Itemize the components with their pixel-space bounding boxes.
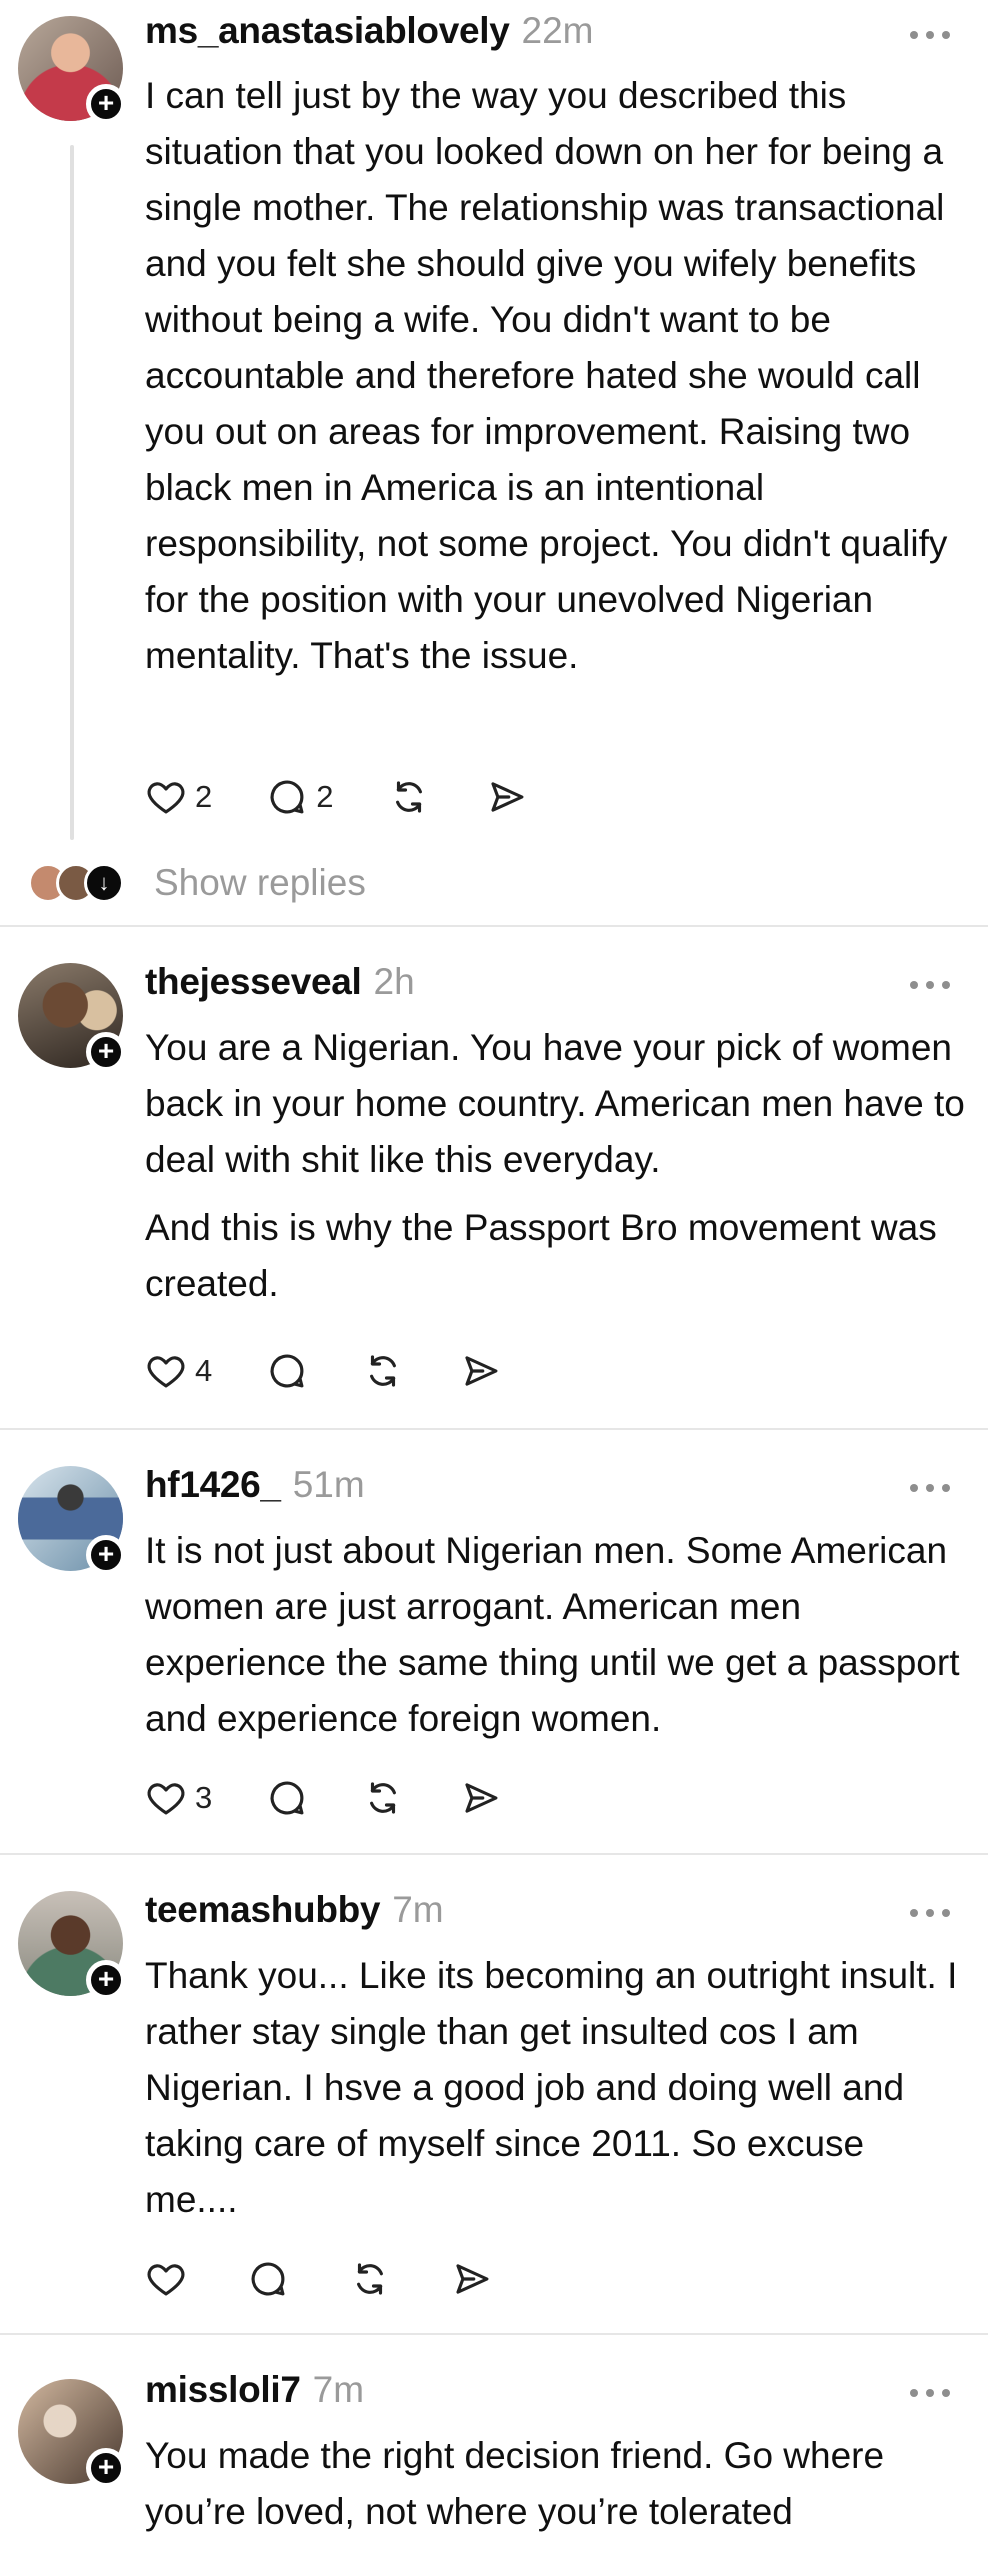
comment-icon [251, 2262, 285, 2296]
post-body: You made the right decision friend. Go w… [145, 2428, 965, 2540]
arrow-down-icon: ↓ [84, 863, 124, 903]
action-bar: 2 2 [145, 772, 528, 822]
reply-button[interactable]: 2 [266, 772, 334, 822]
follow-plus-icon[interactable]: + [86, 1032, 126, 1072]
action-bar: 3 [145, 1773, 502, 1823]
follow-plus-icon[interactable]: + [86, 84, 126, 124]
comment-icon [270, 1354, 304, 1388]
username[interactable]: hf1426_ [145, 1464, 281, 1506]
heart-icon [147, 1356, 185, 1388]
username[interactable]: thejesseveal [145, 961, 362, 1003]
thread-line [70, 145, 74, 840]
username[interactable]: ms_anastasiablovely [145, 10, 510, 52]
post-paragraph: You are a Nigerian. You have your pick o… [145, 1027, 965, 1180]
like-count: 2 [195, 779, 213, 814]
reply-count: 2 [316, 779, 334, 814]
like-count: 3 [195, 1780, 213, 1815]
post-header: ms_anastasiablovely 22m [145, 10, 594, 60]
post-paragraph: You made the right decision friend. Go w… [145, 2435, 885, 2532]
reply-button[interactable] [266, 1773, 308, 1823]
send-icon [465, 1356, 498, 1386]
action-bar: 4 [145, 1346, 502, 1396]
divider [0, 1428, 988, 1430]
like-count: 4 [195, 1353, 213, 1388]
divider [0, 2333, 988, 2335]
reply-button[interactable] [266, 1346, 308, 1396]
repost-icon [370, 1782, 397, 1814]
post-paragraph: Thank you... Like its becoming an outrig… [145, 1955, 958, 2220]
show-replies-link[interactable]: Show replies [154, 862, 366, 904]
timestamp: 7m [392, 1889, 444, 1930]
post-header: hf1426_ 51m [145, 1464, 365, 1514]
username[interactable]: missloli7 [145, 2369, 301, 2411]
timestamp: 2h [373, 961, 415, 1002]
timestamp: 51m [292, 1464, 365, 1505]
timestamp: 7m [312, 2369, 365, 2410]
repost-button[interactable] [388, 772, 430, 822]
more-icon[interactable] [910, 25, 950, 45]
post-body: I can tell just by the way you described… [145, 68, 965, 684]
comment-icon [270, 1781, 304, 1815]
username[interactable]: teemashubby [145, 1889, 381, 1931]
heart-icon [147, 782, 185, 814]
post-body: Thank you... Like its becoming an outrig… [145, 1948, 965, 2228]
heart-icon [147, 1783, 185, 1815]
divider [0, 1853, 988, 1855]
heart-icon [147, 2264, 185, 2296]
post-body: It is not just about Nigerian men. Some … [145, 1523, 965, 1747]
like-button[interactable]: 3 [145, 1773, 212, 1823]
share-button[interactable] [486, 772, 528, 822]
repost-icon [370, 1355, 397, 1387]
more-icon[interactable] [910, 1478, 950, 1498]
repost-icon [357, 2263, 383, 2295]
like-button[interactable]: 2 [145, 772, 212, 822]
post-paragraph: I can tell just by the way you described… [145, 75, 948, 676]
follow-plus-icon[interactable]: + [86, 2448, 126, 2488]
action-bar [145, 2254, 493, 2304]
repost-button[interactable] [349, 2254, 391, 2304]
post-paragraph: And this is why the Passport Bro movemen… [145, 1207, 937, 1304]
post-header: thejesseveal 2h [145, 961, 415, 1011]
like-button[interactable] [145, 2254, 187, 2304]
send-icon [490, 782, 523, 812]
share-button[interactable] [451, 2254, 493, 2304]
post-header: missloli7 7m [145, 2369, 364, 2419]
follow-plus-icon[interactable]: + [86, 1960, 126, 2000]
send-icon [456, 2264, 489, 2294]
repost-icon [395, 781, 422, 813]
share-button[interactable] [460, 1773, 502, 1823]
share-button[interactable] [460, 1346, 502, 1396]
divider [0, 925, 988, 927]
more-icon[interactable] [910, 1903, 950, 1923]
follow-plus-icon[interactable]: + [86, 1535, 126, 1575]
comment-icon [270, 780, 304, 814]
repost-button[interactable] [362, 1346, 404, 1396]
like-button[interactable]: 4 [145, 1346, 212, 1396]
post-paragraph: It is not just about Nigerian men. Some … [145, 1530, 960, 1739]
post-body: You are a Nigerian. You have your pick o… [145, 1020, 965, 1312]
show-replies-row[interactable]: ↓ Show replies [28, 858, 366, 908]
more-icon[interactable] [910, 975, 950, 995]
post-header: teemashubby 7m [145, 1889, 444, 1939]
repost-button[interactable] [362, 1773, 404, 1823]
more-icon[interactable] [910, 2383, 950, 2403]
reply-button[interactable] [247, 2254, 289, 2304]
send-icon [465, 1783, 498, 1813]
timestamp: 22m [521, 10, 594, 51]
